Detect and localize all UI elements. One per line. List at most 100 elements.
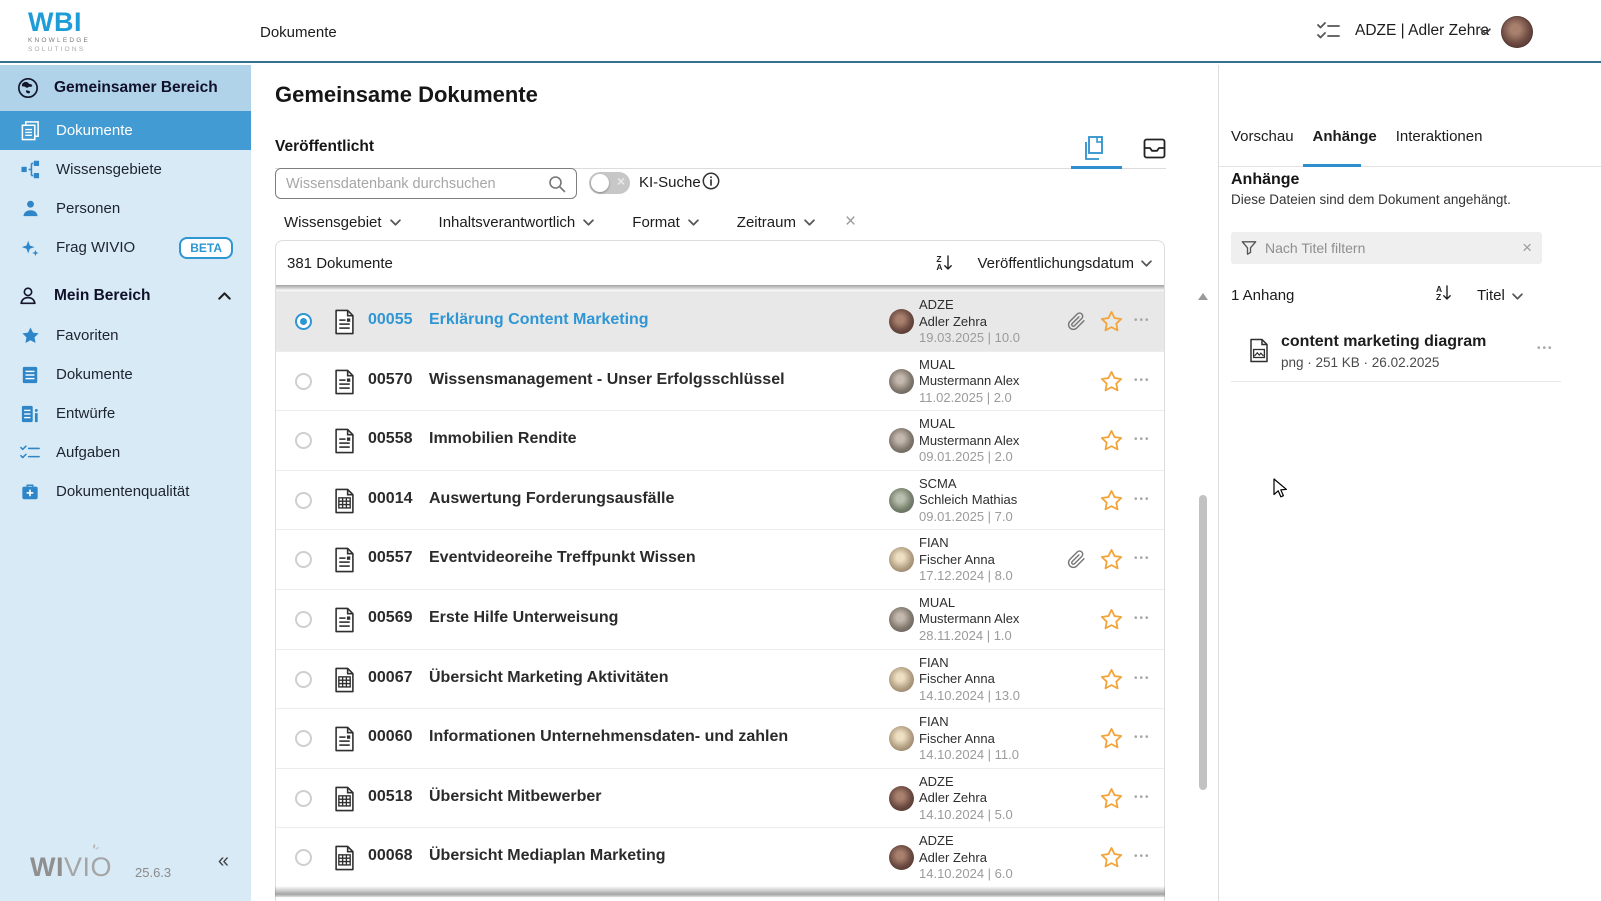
tab-vorschau[interactable]: Vorschau: [1231, 128, 1294, 154]
sidebar-item-aufgaben[interactable]: Aufgaben: [0, 433, 251, 472]
favorite-star-icon[interactable]: [1099, 428, 1124, 453]
document-title[interactable]: Wissensmanagement - Unser Erfolgsschlüss…: [429, 371, 785, 389]
filter-inhaltsverantwortlich[interactable]: Inhaltsverantwortlich: [439, 214, 595, 231]
row-menu-button[interactable]: •••: [1134, 792, 1151, 803]
row-menu-button[interactable]: •••: [1134, 851, 1151, 862]
attachment-filter-input[interactable]: [1257, 240, 1522, 256]
favorite-star-icon[interactable]: [1099, 786, 1124, 811]
documents-view-tab-icon[interactable]: [1082, 135, 1106, 161]
favorite-star-icon[interactable]: [1099, 547, 1124, 572]
document-title[interactable]: Eventvideoreihe Treffpunkt Wissen: [429, 549, 696, 567]
favorite-star-icon[interactable]: [1099, 607, 1124, 632]
sort-az-icon[interactable]: AZ: [1436, 285, 1452, 301]
sidebar-item-dokumentenqualitaet[interactable]: Dokumentenqualität: [0, 472, 251, 511]
row-radio[interactable]: [295, 790, 312, 807]
row-radio[interactable]: [295, 432, 312, 449]
favorite-star-icon[interactable]: [1099, 309, 1124, 334]
search-box[interactable]: [275, 168, 577, 199]
row-menu-button[interactable]: •••: [1134, 553, 1151, 564]
table-row[interactable]: 00014 Auswertung Forderungsausfälle SCMA…: [276, 470, 1164, 530]
sidebar-item-personen[interactable]: Personen: [0, 189, 251, 228]
row-radio[interactable]: [295, 849, 312, 866]
table-row[interactable]: 00569 Erste Hilfe Unterweisung MUAL Must…: [276, 589, 1164, 649]
table-row[interactable]: 00557 Eventvideoreihe Treffpunkt Wissen …: [276, 529, 1164, 589]
info-icon[interactable]: [702, 172, 720, 190]
chevron-down-icon[interactable]: [1480, 28, 1491, 35]
row-radio[interactable]: [295, 551, 312, 568]
row-radio[interactable]: [295, 373, 312, 390]
document-title[interactable]: Übersicht Marketing Aktivitäten: [429, 669, 668, 687]
user-menu[interactable]: ADZE | Adler Zehra: [1355, 22, 1489, 40]
draft-icon: [19, 403, 41, 425]
row-radio[interactable]: [295, 730, 312, 747]
attachment-menu-button[interactable]: •••: [1537, 343, 1554, 354]
sidebar-section-shared[interactable]: Gemeinsamer Bereich: [0, 65, 251, 111]
author-info: FIAN Fischer Anna 14.10.2024 | 13.0: [919, 655, 1020, 705]
table-row[interactable]: 00060 Informationen Unternehmensdaten- u…: [276, 708, 1164, 768]
filter-zeitraum[interactable]: Zeitraum: [737, 214, 815, 231]
sort-field-label[interactable]: Veröffentlichungsdatum: [978, 255, 1135, 272]
table-row[interactable]: 00055 Erklärung Content Marketing ADZE A…: [276, 291, 1164, 351]
table-row[interactable]: 00068 Übersicht Mediaplan Marketing ADZE…: [276, 827, 1164, 887]
attachment-sort-field[interactable]: Titel: [1477, 287, 1505, 304]
filter-wissensgebiet[interactable]: Wissensgebiet: [284, 214, 401, 231]
sidebar-section-label: Gemeinsamer Bereich: [54, 79, 218, 97]
document-title[interactable]: Erste Hilfe Unterweisung: [429, 609, 618, 627]
table-row[interactable]: 00558 Immobilien Rendite MUAL Mustermann…: [276, 410, 1164, 470]
row-radio[interactable]: [295, 611, 312, 628]
row-radio[interactable]: [295, 671, 312, 688]
document-title[interactable]: Informationen Unternehmensdaten- und zah…: [429, 728, 788, 746]
chevron-down-icon[interactable]: [1512, 293, 1523, 300]
table-row[interactable]: 00518 Übersicht Mitbewerber ADZE Adler Z…: [276, 768, 1164, 828]
user-avatar[interactable]: [1501, 16, 1533, 48]
scrollbar-thumb[interactable]: [1199, 495, 1207, 790]
sort-za-icon[interactable]: ZA: [936, 255, 952, 271]
document-title[interactable]: Übersicht Mediaplan Marketing: [429, 847, 666, 865]
chevron-down-icon: [583, 219, 594, 226]
sidebar-collapse-button[interactable]: «: [218, 850, 229, 873]
archive-view-tab-icon[interactable]: [1143, 138, 1166, 159]
scrollbar-up-arrow[interactable]: [1198, 293, 1208, 300]
row-menu-button[interactable]: •••: [1134, 375, 1151, 386]
sidebar-section-my[interactable]: Mein Bereich: [0, 276, 251, 316]
tab-interaktionen[interactable]: Interaktionen: [1396, 128, 1483, 154]
favorite-star-icon[interactable]: [1099, 369, 1124, 394]
tab-anhaenge[interactable]: Anhänge: [1313, 128, 1377, 154]
sidebar-item-entwuerfe[interactable]: Entwürfe: [0, 394, 251, 433]
sidebar-item-favoriten[interactable]: Favoriten: [0, 316, 251, 355]
sort-control[interactable]: ZA Veröffentlichungsdatum: [936, 255, 1152, 272]
sidebar-item-frag-wivio[interactable]: Frag WIVIO BETA: [0, 228, 251, 267]
document-title[interactable]: Übersicht Mitbewerber: [429, 788, 601, 806]
clear-filters-icon[interactable]: ×: [845, 211, 856, 233]
row-menu-button[interactable]: •••: [1134, 732, 1151, 743]
favorite-star-icon[interactable]: [1099, 726, 1124, 751]
row-menu-button[interactable]: •••: [1134, 434, 1151, 445]
sidebar-item-meine-dokumente[interactable]: Dokumente: [0, 355, 251, 394]
row-menu-button[interactable]: •••: [1134, 494, 1151, 505]
row-menu-button[interactable]: •••: [1134, 613, 1151, 624]
sidebar-item-dokumente[interactable]: Dokumente: [0, 111, 251, 150]
spreadsheet-icon: [334, 786, 355, 812]
clear-filter-icon[interactable]: ×: [1522, 238, 1532, 258]
sidebar-item-wissensgebiete[interactable]: Wissensgebiete: [0, 150, 251, 189]
filter-format[interactable]: Format: [632, 214, 699, 231]
row-radio[interactable]: [295, 492, 312, 509]
document-title[interactable]: Auswertung Forderungsausfälle: [429, 490, 674, 508]
attachment-title[interactable]: content marketing diagram: [1281, 333, 1486, 351]
row-menu-button[interactable]: •••: [1134, 673, 1151, 684]
table-row[interactable]: 00570 Wissensmanagement - Unser Erfolgss…: [276, 351, 1164, 411]
chevron-up-icon[interactable]: [218, 292, 231, 300]
panel-description: Diese Dateien sind dem Dokument angehäng…: [1231, 192, 1511, 207]
table-row[interactable]: 00067 Übersicht Marketing Aktivitäten FI…: [276, 649, 1164, 709]
favorite-star-icon[interactable]: [1099, 845, 1124, 870]
tasks-checklist-icon[interactable]: [1316, 21, 1340, 43]
document-title[interactable]: Immobilien Rendite: [429, 430, 577, 448]
row-radio[interactable]: [295, 313, 312, 330]
attachment-filter-box[interactable]: ×: [1231, 232, 1542, 264]
favorite-star-icon[interactable]: [1099, 667, 1124, 692]
row-menu-button[interactable]: •••: [1134, 315, 1151, 326]
favorite-star-icon[interactable]: [1099, 488, 1124, 513]
search-input[interactable]: [276, 176, 548, 192]
ki-suche-toggle[interactable]: ×: [589, 172, 630, 194]
document-title[interactable]: Erklärung Content Marketing: [429, 311, 649, 329]
